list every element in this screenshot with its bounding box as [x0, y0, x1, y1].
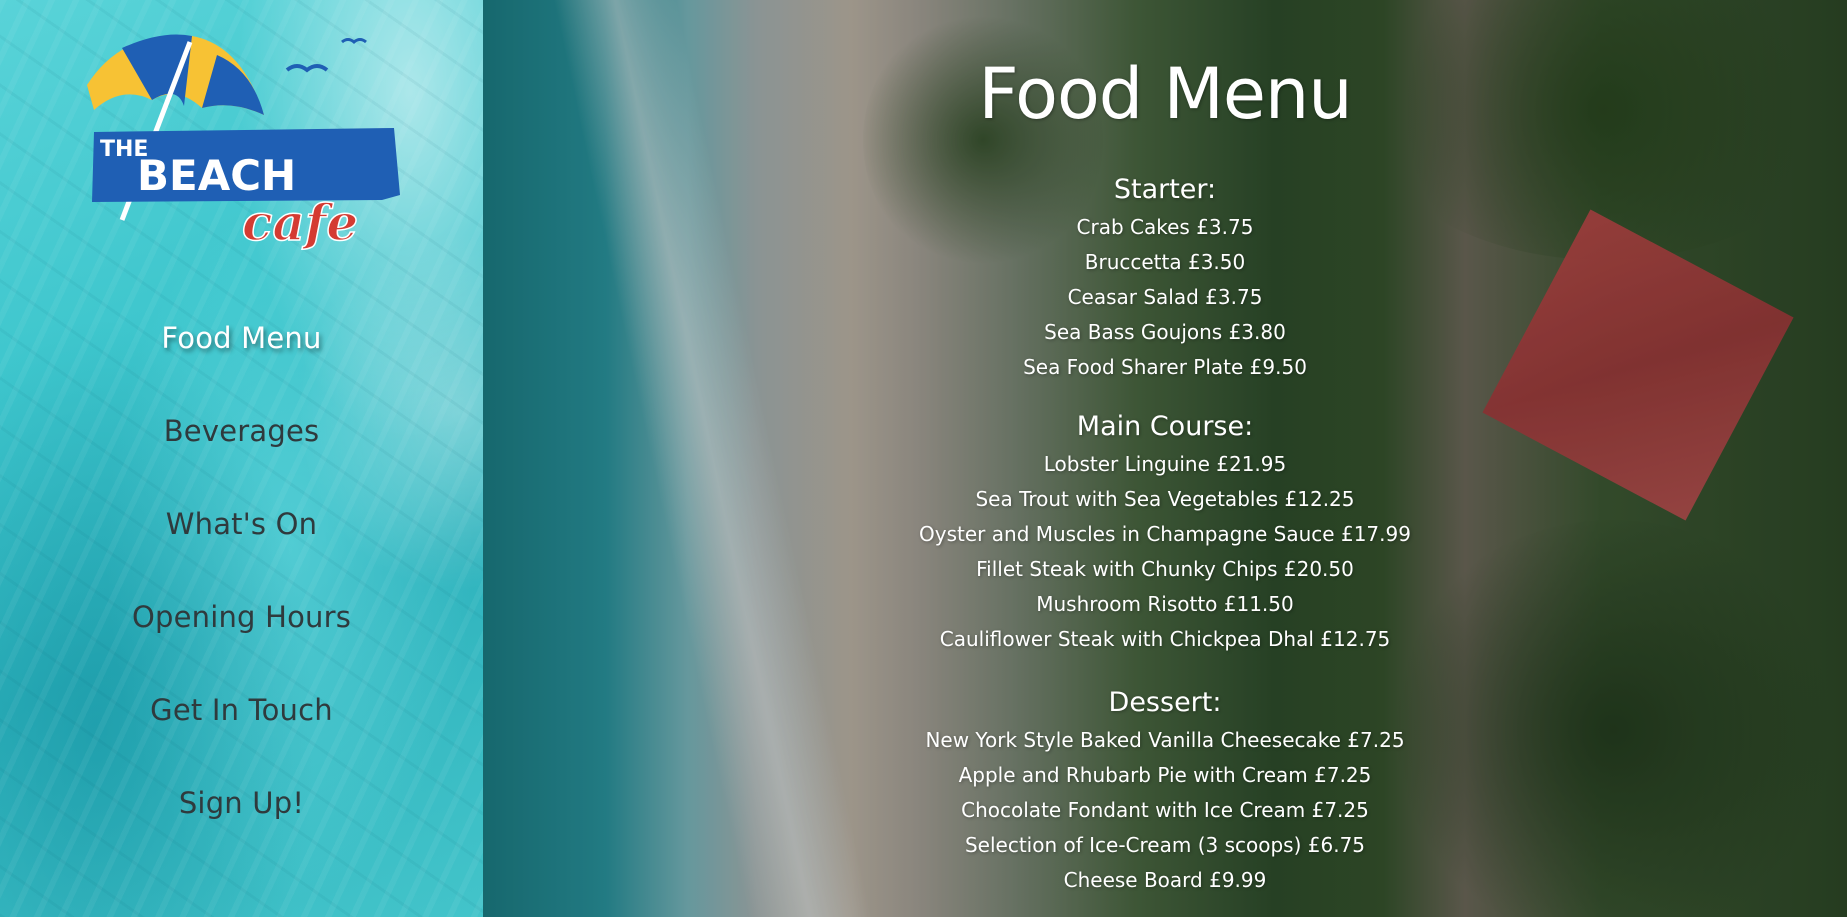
menu-item: Sea Bass Goujons £3.80 — [1044, 320, 1286, 344]
nav-item-food-menu[interactable]: Food Menu — [0, 318, 483, 411]
menu-item: Fillet Steak with Chunky Chips £20.50 — [976, 557, 1354, 581]
menu-item: Selection of Ice-Cream (3 scoops) £6.75 — [964, 833, 1366, 857]
section-heading: Dessert: — [1108, 687, 1222, 718]
menu-item: Oyster and Muscles in Champagne Sauce £1… — [919, 522, 1411, 546]
nav-item-whats-on[interactable]: What's On — [0, 504, 483, 597]
nav-link-whats-on[interactable]: What's On — [166, 504, 318, 545]
nav-item-beverages[interactable]: Beverages — [0, 411, 483, 504]
nav-link-sign-up[interactable]: Sign Up! — [179, 783, 304, 824]
nav-link-beverages[interactable]: Beverages — [164, 411, 320, 452]
main-navigation: Food Menu Beverages What's On Opening Ho… — [0, 318, 483, 876]
menu-section-starter: Starter: Crab Cakes £3.75 Bruccetta £3.5… — [483, 170, 1847, 385]
menu-item: Sea Food Sharer Plate £9.50 — [1023, 355, 1307, 379]
section-heading: Main Course: — [1076, 411, 1254, 442]
sidebar: THE BEACH cafe Food Menu Beverages What'… — [0, 0, 483, 917]
food-menu: Food Menu Starter: Crab Cakes £3.75 Bruc… — [483, 0, 1847, 892]
page-title: Food Menu — [978, 53, 1352, 135]
menu-item: Lobster Linguine £21.95 — [1043, 452, 1287, 476]
menu-item: Crab Cakes £3.75 — [1076, 215, 1254, 239]
menu-section-main-course: Main Course: Lobster Linguine £21.95 Sea… — [483, 407, 1847, 657]
nav-link-opening-hours[interactable]: Opening Hours — [132, 597, 351, 638]
menu-item: Ceasar Salad £3.75 — [1067, 285, 1263, 309]
section-heading: Starter: — [1113, 174, 1217, 205]
menu-item: New York Style Baked Vanilla Cheesecake … — [925, 728, 1405, 752]
menu-section-dessert: Dessert: New York Style Baked Vanilla Ch… — [483, 683, 1847, 898]
menu-item: Apple and Rhubarb Pie with Cream £7.25 — [958, 763, 1372, 787]
bird-icon — [285, 64, 329, 73]
nav-link-get-in-touch[interactable]: Get In Touch — [150, 690, 333, 731]
beach-cafe-logo[interactable]: THE BEACH cafe — [82, 30, 412, 280]
page: THE BEACH cafe Food Menu Beverages What'… — [0, 0, 1847, 917]
menu-item: Chocolate Fondant with Ice Cream £7.25 — [961, 798, 1369, 822]
bird-icon — [341, 38, 367, 44]
main-content: Food Menu Starter: Crab Cakes £3.75 Bruc… — [483, 0, 1847, 917]
nav-link-food-menu[interactable]: Food Menu — [161, 318, 321, 359]
svg-text:cafe: cafe — [242, 193, 358, 252]
nav-item-opening-hours[interactable]: Opening Hours — [0, 597, 483, 690]
nav-item-sign-up[interactable]: Sign Up! — [0, 783, 483, 876]
menu-item: Cheese Board £9.99 — [1063, 868, 1267, 892]
menu-item: Cauliflower Steak with Chickpea Dhal £12… — [939, 627, 1391, 651]
menu-item: Bruccetta £3.50 — [1084, 250, 1246, 274]
nav-item-get-in-touch[interactable]: Get In Touch — [0, 690, 483, 783]
menu-item: Mushroom Risotto £11.50 — [1036, 592, 1294, 616]
menu-item: Sea Trout with Sea Vegetables £12.25 — [975, 487, 1355, 511]
